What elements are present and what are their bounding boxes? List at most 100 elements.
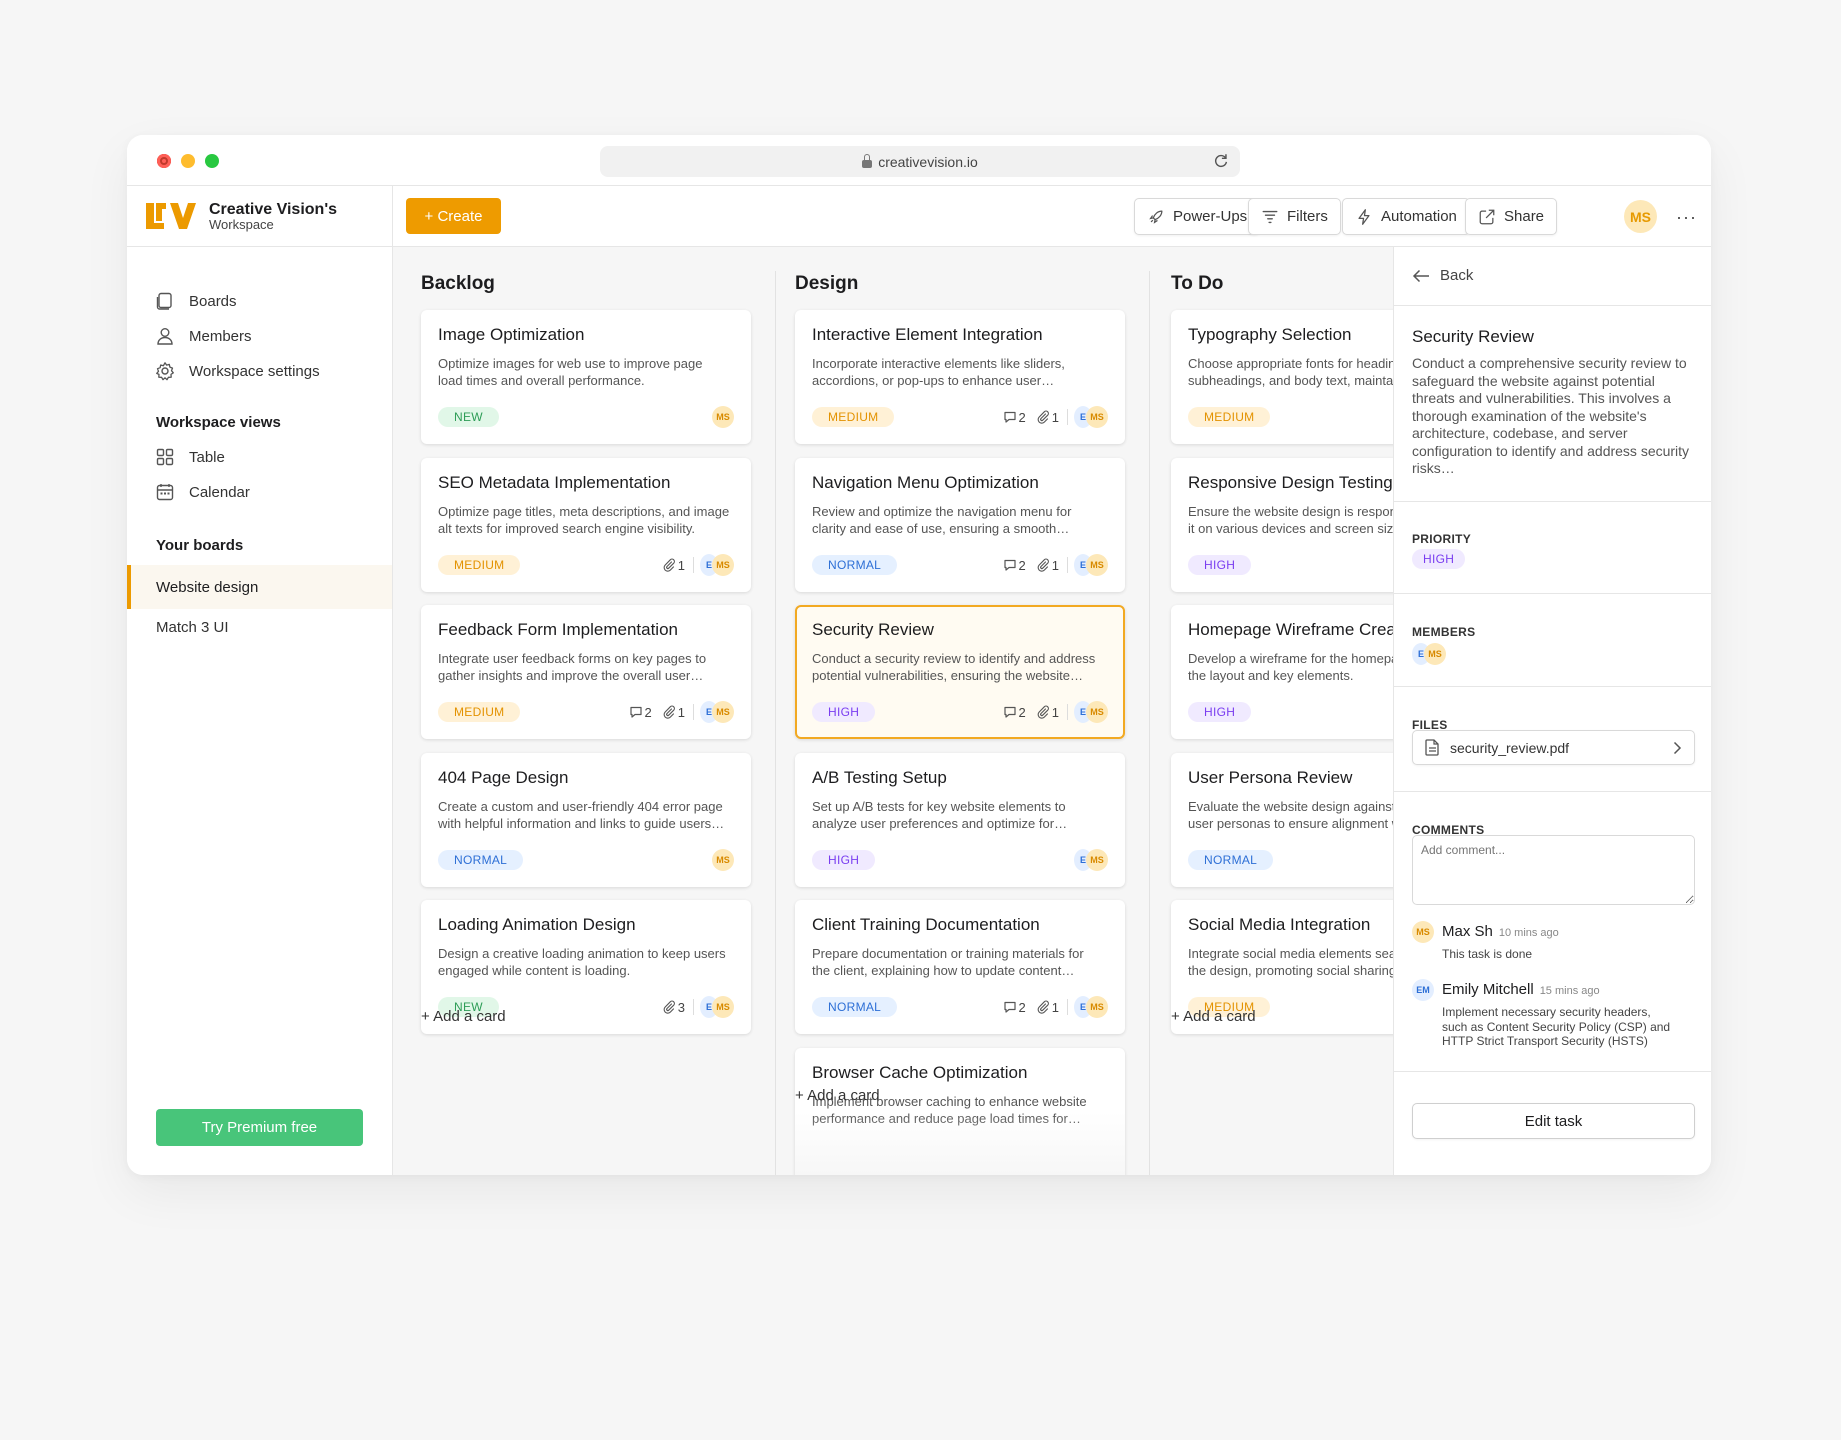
- task-card[interactable]: Client Training Documentation Prepare doc…: [795, 900, 1125, 1034]
- paperclip-icon: [1037, 558, 1049, 572]
- meta-divider: [693, 704, 694, 720]
- card-title: Client Training Documentation: [812, 915, 1040, 934]
- task-card[interactable]: Interactive Element Integration Incorpora…: [795, 310, 1125, 444]
- task-card[interactable]: Navigation Menu Optimization Review and o…: [795, 458, 1125, 592]
- task-card[interactable]: Security Review Conduct a security review…: [795, 605, 1125, 739]
- workspace-brand[interactable]: Creative Vision's Workspace: [127, 186, 392, 247]
- card-description: Optimize images for web use to improve p…: [438, 356, 703, 388]
- comment-avatar: MS: [1412, 921, 1434, 943]
- board-item-website-design[interactable]: Website design: [127, 565, 392, 609]
- comment-header: Max Sh 10 mins ago: [1442, 923, 1559, 940]
- board-toolbar: + Create Power-Ups Filters Automation Sh…: [393, 186, 1711, 247]
- attachment-count-value: 3: [677, 999, 685, 1015]
- comment-count-value: 2: [1018, 999, 1026, 1015]
- card-title: Navigation Menu Optimization: [812, 473, 1039, 492]
- gear-icon: [156, 362, 174, 381]
- card-footer: HIGH2: [1188, 554, 1393, 576]
- reload-icon[interactable]: [1212, 152, 1230, 170]
- task-card[interactable]: A/B Testing Setup Set up A/B tests for ke…: [795, 753, 1125, 887]
- task-card[interactable]: Feedback Form Implementation Integrate us…: [421, 605, 751, 739]
- filters-button[interactable]: Filters: [1248, 198, 1341, 235]
- board-item-label: Website design: [156, 578, 259, 596]
- card-title: User Persona Review: [1188, 768, 1353, 787]
- power-ups-button[interactable]: Power-Ups: [1134, 198, 1261, 235]
- comment-text: Implement necessary security headers, su…: [1442, 1005, 1671, 1048]
- member-avatar: MS: [1086, 554, 1108, 576]
- priority-badge: MEDIUM: [438, 555, 521, 575]
- card-footer: NEW MS: [438, 406, 734, 428]
- card-title: Homepage Wireframe Creation: [1188, 620, 1393, 639]
- column-title: Backlog: [421, 273, 495, 294]
- document-icon: [1425, 739, 1439, 756]
- attachment-count: 3: [662, 1000, 685, 1015]
- card-footer: HIGH 2 1 E MS: [812, 701, 1108, 723]
- task-card[interactable]: User Persona Review Evaluate the website …: [1171, 753, 1393, 887]
- sidebar-item-boards[interactable]: Boards: [155, 289, 237, 313]
- user-avatar[interactable]: MS: [1624, 200, 1657, 233]
- comment-icon: [629, 706, 642, 718]
- add-card-button[interactable]: + Add a card: [1171, 1008, 1256, 1025]
- column-title: To Do: [1171, 273, 1224, 294]
- more-options-icon[interactable]: ···: [1676, 208, 1697, 226]
- task-card[interactable]: SEO Metadata Implementation Optimize page…: [421, 458, 751, 592]
- add-card-button[interactable]: + Add a card: [795, 1087, 880, 1104]
- priority-badge: NORMAL: [812, 555, 898, 575]
- card-members: E MS: [1074, 701, 1108, 723]
- card-members: E MS: [1074, 996, 1108, 1018]
- comment-author: Emily Mitchell: [1442, 981, 1534, 998]
- maximize-window-button[interactable]: [205, 154, 219, 168]
- automation-button[interactable]: Automation: [1342, 198, 1470, 235]
- card-members: E MS: [1074, 849, 1108, 871]
- create-button[interactable]: + Create: [406, 198, 501, 234]
- task-detail-panel: Back Security Review Conduct a comprehen…: [1393, 247, 1711, 1175]
- sidebar-item-members[interactable]: Members: [155, 324, 252, 348]
- card-description: Set up A/B tests for key website element…: [812, 799, 1068, 831]
- comment-input[interactable]: [1412, 835, 1695, 905]
- board-item-match-3-ui[interactable]: Match 3 UI: [127, 605, 392, 649]
- comment-count-value: 2: [1018, 704, 1026, 720]
- paperclip-icon: [1037, 1000, 1049, 1014]
- add-card-button[interactable]: + Add a card: [421, 1008, 506, 1025]
- sidebar-item-workspace-settings[interactable]: Workspace settings: [155, 359, 320, 383]
- paperclip-icon: [663, 1000, 675, 1014]
- calendar-icon: [156, 484, 174, 501]
- priority-badge: NORMAL: [1188, 850, 1274, 870]
- card-description: Evaluate the website design against the …: [1188, 799, 1393, 831]
- sidebar-item-label: Workspace settings: [189, 362, 320, 380]
- share-button[interactable]: Share: [1465, 198, 1558, 235]
- meta-divider: [1067, 704, 1068, 720]
- comment-count: 2: [1003, 705, 1026, 720]
- try-premium-button[interactable]: Try Premium free: [156, 1109, 363, 1146]
- address-bar[interactable]: creativevision.io: [600, 146, 1240, 177]
- panel-divider: [1394, 501, 1711, 502]
- task-card[interactable]: Responsive Design Testing Ensure the webs…: [1171, 458, 1393, 592]
- bolt-icon: [1358, 208, 1370, 225]
- sidebar-item-calendar[interactable]: Calendar: [155, 480, 250, 504]
- task-card[interactable]: Browser Cache Optimization Implement brow…: [795, 1048, 1125, 1175]
- task-card[interactable]: 404 Page Design Create a custom and user-…: [421, 753, 751, 887]
- priority-field[interactable]: HIGH: [1412, 549, 1466, 569]
- task-card[interactable]: Image Optimization Optimize images for we…: [421, 310, 751, 444]
- priority-label: PRIORITY: [1412, 532, 1472, 546]
- filter-icon: [1262, 210, 1278, 223]
- back-label: Back: [1440, 267, 1474, 284]
- close-window-button[interactable]: [157, 154, 171, 168]
- card-members: E MS: [700, 701, 734, 723]
- file-attachment[interactable]: security_review.pdf: [1412, 730, 1695, 765]
- column-title: Design: [795, 273, 859, 294]
- sidebar-item-table[interactable]: Table: [155, 445, 225, 469]
- card-description: Conduct a security review to identify an…: [812, 651, 1096, 683]
- members-avatars[interactable]: E MS: [1412, 643, 1446, 665]
- card-title: Responsive Design Testing: [1188, 473, 1393, 492]
- task-card[interactable]: Homepage Wireframe Creation Develop a wir…: [1171, 605, 1393, 739]
- card-footer: MEDIUM 2 1 E MS: [812, 406, 1108, 428]
- card-footer: MEDIUM 1 E MS: [438, 554, 734, 576]
- task-card[interactable]: Typography Selection Choose appropriate f…: [1171, 310, 1393, 444]
- minimize-window-button[interactable]: [181, 154, 195, 168]
- card-meta: 1 E MS: [652, 554, 734, 576]
- back-button[interactable]: Back: [1412, 267, 1473, 284]
- comment-icon: [1003, 411, 1016, 423]
- card-members: E MS: [700, 554, 734, 576]
- edit-task-button[interactable]: Edit task: [1412, 1103, 1695, 1139]
- your-boards-heading: Your boards: [156, 537, 244, 554]
